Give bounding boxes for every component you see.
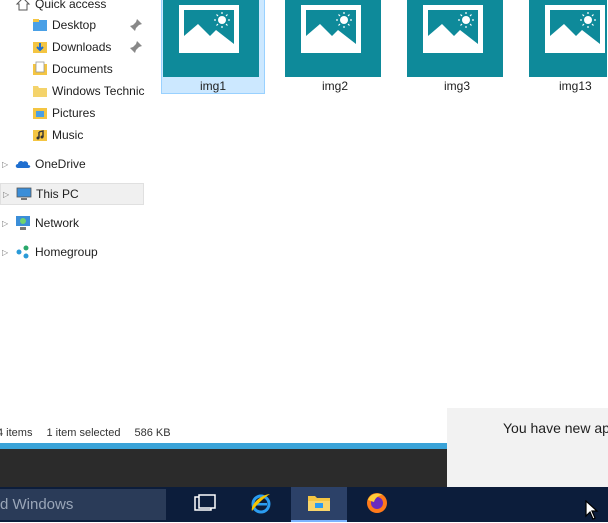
- image-frame: [423, 5, 483, 53]
- status-bar: 4 items 1 item selected 586 KB: [0, 423, 450, 443]
- nav-label: Downloads: [52, 40, 112, 54]
- folder-icon: [307, 493, 331, 516]
- notification-toast[interactable]: You have new ap file.: [447, 408, 608, 487]
- navigation-pane: Quick access Desktop Downloads Documents…: [0, 0, 152, 420]
- file-item-img13[interactable]: img13: [524, 0, 608, 94]
- nav-label: Windows Technic: [52, 84, 145, 98]
- nav-this-pc[interactable]: ▷ This PC: [0, 183, 144, 205]
- nav-label: Pictures: [52, 106, 96, 120]
- nav-label: Homegroup: [35, 245, 98, 259]
- dark-background: [0, 449, 447, 487]
- taskbar: d Windows: [0, 487, 608, 522]
- file-name: img3: [443, 79, 470, 93]
- file-name: img13: [559, 79, 592, 93]
- downloads-folder-icon: [32, 39, 48, 55]
- file-explorer-button[interactable]: [291, 487, 347, 522]
- computer-icon: [16, 186, 32, 202]
- nav-documents[interactable]: Documents: [32, 58, 113, 80]
- firefox-icon: [365, 491, 389, 518]
- landscape-image-icon: [428, 12, 478, 48]
- nav-label: Music: [52, 128, 84, 142]
- nav-pictures[interactable]: Pictures: [32, 102, 95, 124]
- nav-label: OneDrive: [35, 157, 86, 171]
- file-name: img2: [321, 79, 348, 93]
- image-frame: [301, 5, 361, 53]
- nav-music[interactable]: Music: [32, 124, 83, 146]
- cloud-icon: [15, 156, 31, 172]
- folder-icon: [32, 83, 48, 99]
- file-name: img1: [199, 79, 226, 93]
- firefox-button[interactable]: [349, 487, 405, 522]
- landscape-image-icon: [306, 12, 356, 48]
- landscape-image-icon: [550, 12, 600, 48]
- selection-size: 586 KB: [134, 427, 171, 439]
- home-star-icon: [15, 0, 31, 12]
- notification-text: You have new ap file.: [503, 420, 608, 436]
- nav-label: Quick access: [35, 0, 107, 11]
- nav-label: Documents: [52, 62, 113, 76]
- file-item-img1[interactable]: img1: [161, 0, 265, 94]
- nav-downloads[interactable]: Downloads: [32, 36, 152, 58]
- homegroup-icon: [15, 244, 31, 260]
- file-item-img3[interactable]: img3: [405, 0, 509, 94]
- network-icon: [15, 215, 31, 231]
- task-view-button[interactable]: [177, 487, 233, 522]
- image-frame: [545, 5, 605, 53]
- nav-network[interactable]: ▷ Network: [0, 212, 152, 234]
- internet-explorer-icon: [249, 491, 273, 518]
- pictures-folder-icon: [32, 105, 48, 121]
- internet-explorer-button[interactable]: [233, 487, 289, 522]
- expand-arrow-icon[interactable]: ▷: [2, 219, 8, 228]
- expand-arrow-icon[interactable]: ▷: [3, 190, 9, 199]
- item-count: 4 items: [0, 427, 33, 439]
- image-thumbnail: [407, 0, 503, 77]
- task-view-icon: [194, 494, 216, 515]
- image-frame: [179, 5, 239, 53]
- nav-homegroup[interactable]: ▷ Homegroup: [0, 241, 152, 263]
- documents-folder-icon: [32, 61, 48, 77]
- image-thumbnail: [285, 0, 381, 77]
- mouse-cursor-icon: [585, 499, 599, 520]
- nav-windows-technic[interactable]: Windows Technic: [32, 80, 144, 102]
- nav-label: Desktop: [52, 18, 97, 32]
- desktop-folder-icon: [32, 17, 48, 33]
- landscape-image-icon: [184, 12, 234, 48]
- image-thumbnail: [529, 0, 607, 77]
- nav-desktop[interactable]: Desktop: [32, 14, 152, 36]
- expand-arrow-icon[interactable]: ▷: [2, 160, 8, 169]
- nav-label: This PC: [36, 187, 79, 201]
- selection-count: 1 item selected: [46, 427, 121, 439]
- file-list: img1 img2 img3 img13: [152, 0, 608, 100]
- nav-onedrive[interactable]: ▷ OneDrive: [0, 153, 152, 175]
- pin-icon: [129, 40, 143, 54]
- nav-label: Network: [35, 216, 80, 230]
- music-folder-icon: [32, 127, 48, 143]
- taskbar-search-box[interactable]: d Windows: [0, 489, 166, 520]
- nav-quick-access[interactable]: Quick access: [15, 0, 106, 15]
- file-item-img2[interactable]: img2: [283, 0, 387, 94]
- image-thumbnail: [163, 0, 259, 77]
- pin-icon: [129, 18, 143, 32]
- expand-arrow-icon[interactable]: ▷: [2, 248, 8, 257]
